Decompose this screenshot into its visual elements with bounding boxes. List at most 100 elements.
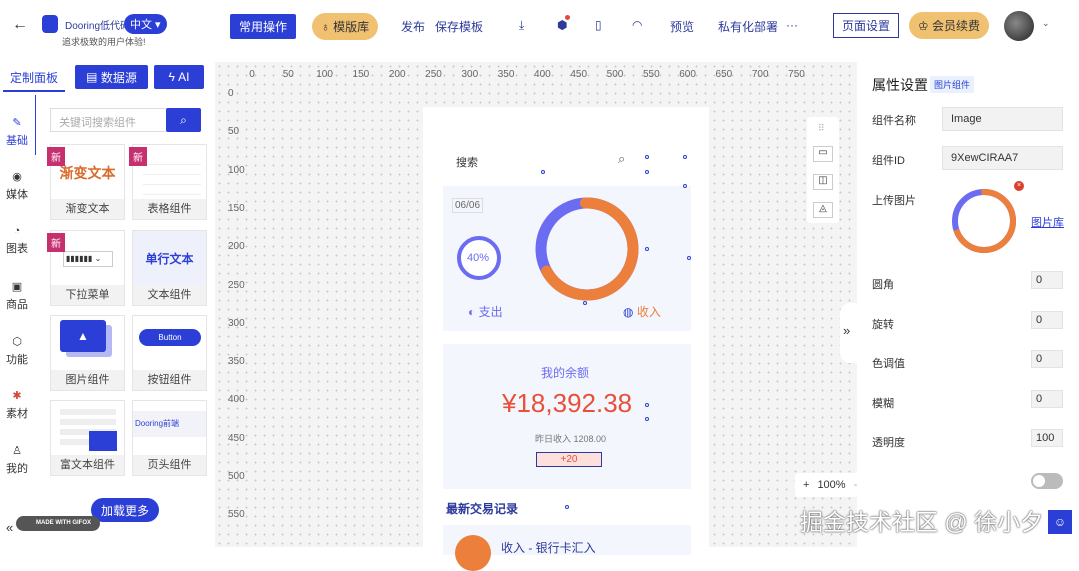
page-settings-button[interactable]: 页面设置 <box>833 13 899 38</box>
prop-field-label: 旋转 <box>872 318 894 331</box>
gifox-badge: MADE WITH GIFOX <box>16 516 100 531</box>
ruler-y-tick: 300 <box>228 317 245 329</box>
category-media[interactable]: ◉ 媒体 <box>0 170 34 202</box>
prop-field-input[interactable]: 0 <box>1031 271 1063 289</box>
save-template-link[interactable]: 保存模板 <box>435 18 483 35</box>
category-chart[interactable]: ◔ 图表 <box>0 225 34 256</box>
ruler-x-tick: 600 <box>679 69 696 80</box>
refresh-icon[interactable]: ◠ <box>632 18 642 32</box>
search-button[interactable]: ⌕ <box>166 108 201 132</box>
tab-custom-panel[interactable]: 定制面板 <box>3 66 65 92</box>
component-card[interactable]: ▮▮▮▮▮▮ ⌄ 新下拉菜单 <box>47 230 125 306</box>
chart-card[interactable]: 06/06 40% ◐ 支出 ◍ 收入 <box>443 186 691 331</box>
publish-link[interactable]: 发布 <box>401 18 425 35</box>
membership-label: 会员续费 <box>932 19 981 33</box>
avatar[interactable] <box>1004 11 1034 41</box>
prop-field-input[interactable]: 0 <box>1031 310 1063 329</box>
component-card[interactable]: ▲ 图片组件 <box>50 315 125 391</box>
pdf-icon[interactable]: ▯ <box>595 18 602 32</box>
template-lib-button[interactable]: ♁ 模版库 <box>312 13 378 40</box>
ruler-y-tick: 50 <box>228 126 240 138</box>
ruler-x-tick: 50 <box>282 69 294 80</box>
back-arrow-icon[interactable]: ← <box>12 16 28 34</box>
category-material[interactable]: ✱ 素材 <box>0 389 34 421</box>
ruler-x-tick: 200 <box>388 69 406 80</box>
component-card[interactable]: 渐变文本新渐变文本 <box>47 144 125 220</box>
balance-amount: ¥18,392.38 <box>502 388 633 418</box>
load-more-button[interactable]: 加载更多 <box>91 498 159 522</box>
name-label: 组件名称 <box>872 115 916 127</box>
ruler-y-tick: 150 <box>228 202 245 214</box>
id-label: 组件ID <box>872 155 905 167</box>
ruler-x-tick: 650 <box>715 69 733 80</box>
ruler-x-tick: 100 <box>316 69 333 80</box>
cube-icon[interactable]: ⬢ <box>557 15 570 32</box>
category-mine[interactable]: ♙ 我的 <box>0 444 34 476</box>
top-bar: ← Dooring低代码 中文 ▾ 追求极致的用户体验! 常用操作 ♁ 模版库 … <box>0 0 1079 52</box>
prop-field-input[interactable]: 0 <box>1031 389 1063 408</box>
ruler-x-tick: 750 <box>788 69 805 80</box>
layout-icon[interactable]: ◫ <box>813 174 833 190</box>
language-select[interactable]: 中文 ▾ <box>124 14 167 34</box>
subtitle: 追求极致的用户体验! <box>62 37 146 47</box>
component-card[interactable]: 新表格组件 <box>129 144 207 220</box>
component-card[interactable]: Dooring前端 页头组件 <box>132 400 207 476</box>
common-ops-button[interactable]: 常用操作 <box>230 14 296 39</box>
prop-field-label: 色调值 <box>872 358 905 370</box>
drag-handle-icon[interactable]: ⠿ <box>818 123 825 134</box>
ruler-x-tick: 300 <box>461 69 479 80</box>
component-search-input[interactable]: 关键词搜索组件 <box>50 108 166 132</box>
remove-image-icon[interactable]: × <box>1014 181 1024 191</box>
more-icon[interactable]: ··· <box>786 18 798 32</box>
prop-field-label: 模糊 <box>872 397 894 410</box>
desktop-icon[interactable]: ▭ <box>813 146 833 162</box>
lightning-icon: ϟ <box>168 70 179 84</box>
tab-ai[interactable]: ϟ AI <box>154 65 204 89</box>
category-basic[interactable]: ✎ 基础 <box>0 116 34 148</box>
transaction-item[interactable]: 收入 - 银行卡汇入 <box>443 525 691 571</box>
preview-link[interactable]: 预览 <box>670 18 694 35</box>
uploaded-image-preview[interactable] <box>949 186 1019 256</box>
toggle-switch[interactable] <box>1031 473 1063 489</box>
component-id-input[interactable]: 9XewCIRAA7 <box>942 146 1063 170</box>
ruler-x-tick: 700 <box>751 69 769 80</box>
paint-bucket-icon[interactable]: ◬ <box>813 202 833 218</box>
gallery-link[interactable]: 图片库 <box>1031 214 1064 230</box>
ruler-x-tick: 550 <box>642 69 660 80</box>
component-card[interactable]: 单行文本 文本组件 <box>132 230 207 306</box>
ruler-y-tick: 550 <box>228 509 245 521</box>
ruler-x-tick: 0 <box>249 69 255 80</box>
balance-label: 我的余额 <box>541 366 590 380</box>
slack-icon: ✱ <box>12 390 22 402</box>
component-card[interactable]: Button 按钮组件 <box>132 315 207 391</box>
download-icon[interactable]: ⤓ <box>519 18 524 33</box>
zoom-in-button[interactable]: + <box>803 479 809 491</box>
logo-icon <box>42 15 58 33</box>
income-legend: ◍ 收入 <box>623 305 661 319</box>
chevron-down-icon[interactable]: ⌄ <box>1042 18 1050 29</box>
user-icon: ♙ <box>12 445 22 457</box>
ruler-x-tick: 250 <box>425 69 442 80</box>
private-deploy-link[interactable]: 私有化部署 <box>718 18 778 35</box>
language-label: 中文 <box>130 19 152 31</box>
phone-search-label: 搜索 <box>456 157 478 169</box>
membership-button[interactable]: ♔ 会员续费 <box>909 12 989 39</box>
component-name-input[interactable]: Image <box>942 107 1063 131</box>
prop-field-label: 透明度 <box>872 437 905 449</box>
ruler-y-tick: 100 <box>228 164 245 176</box>
component-card[interactable]: 富文本组件 <box>50 400 125 476</box>
balance-card: 我的余额 ¥18,392.38 昨日收入 1208.00 +20 <box>443 344 691 489</box>
phone-preview[interactable]: 搜索 ⌕ 06/06 40% ◐ 支出 ◍ 收入 我的余额 ¥18,392.38… <box>423 107 709 571</box>
prop-field-input[interactable]: 100 <box>1031 429 1063 447</box>
collapse-left-icon[interactable]: « <box>6 520 13 535</box>
drop-icon: ♁ <box>320 19 334 34</box>
tab-datasource[interactable]: ▤ 数据源 <box>75 65 148 89</box>
percent-label: 40% <box>467 252 490 264</box>
delta-badge: +20 <box>536 452 602 467</box>
category-goods[interactable]: ▣ 商品 <box>0 280 34 312</box>
search-icon[interactable]: ⌕ <box>618 151 625 167</box>
prop-field-input[interactable]: 0 <box>1031 350 1063 368</box>
chat-support-button[interactable]: ☺ <box>1048 510 1072 534</box>
prop-field-label: 圆角 <box>872 279 894 291</box>
category-function[interactable]: ⬡ 功能 <box>0 335 34 367</box>
